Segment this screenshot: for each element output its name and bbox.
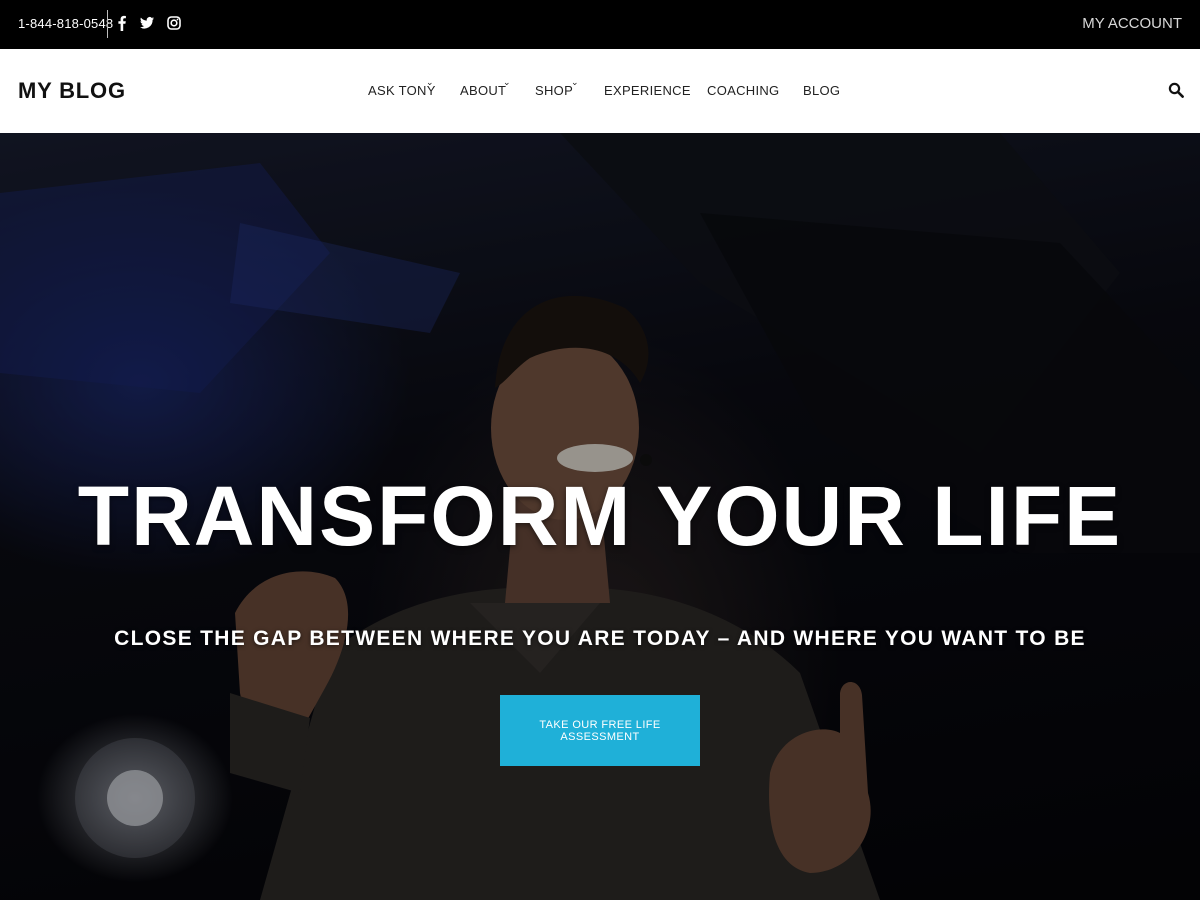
my-account-link[interactable]: MY ACCOUNT: [1082, 15, 1182, 32]
hero-section: TRANSFORM YOUR LIFE CLOSE THE GAP BETWEE…: [0, 133, 1200, 900]
hero-subtitle: CLOSE THE GAP BETWEEN WHERE YOU ARE TODA…: [114, 627, 1086, 650]
nav-item-label: ABOUT: [460, 83, 507, 98]
nav-item-experience[interactable]: EXPERIENCE: [604, 83, 691, 98]
phone-number[interactable]: 1-844-818-0548: [18, 16, 113, 31]
free-life-assessment-button[interactable]: TAKE OUR FREE LIFE ASSESSMENT: [500, 695, 700, 766]
site-logo[interactable]: MY BLOG: [18, 78, 126, 104]
chevron-down-icon: ⌄: [426, 77, 434, 87]
search-icon[interactable]: [1168, 82, 1184, 98]
chevron-down-icon: ⌄: [503, 77, 511, 87]
nav-item-about[interactable]: ABOUT ⌄: [460, 77, 511, 98]
nav-item-shop[interactable]: SHOP ⌄: [535, 77, 579, 98]
nav-item-coaching[interactable]: COACHING: [707, 83, 779, 98]
nav-item-label: SHOP: [535, 83, 574, 98]
nav-item-blog[interactable]: BLOG: [803, 83, 840, 98]
chevron-down-icon: ⌄: [571, 77, 579, 87]
facebook-icon[interactable]: [114, 15, 130, 31]
nav-item-label: EXPERIENCE: [604, 83, 691, 98]
nav-item-label: BLOG: [803, 83, 841, 98]
topbar-divider: [107, 10, 108, 38]
instagram-icon[interactable]: [166, 15, 182, 31]
nav-item-ask-tony[interactable]: ASK TONY ⌄: [368, 77, 436, 98]
hero-title: TRANSFORM YOUR LIFE: [77, 469, 1123, 563]
nav-item-label: COACHING: [707, 83, 780, 98]
main-navigation: MY BLOG ASK TONY ⌄ ABOUT ⌄ SHOP ⌄ EXPERI…: [0, 49, 1200, 133]
top-bar: 1-844-818-0548 MY ACCOUNT: [0, 0, 1200, 49]
twitter-icon[interactable]: [139, 15, 155, 31]
